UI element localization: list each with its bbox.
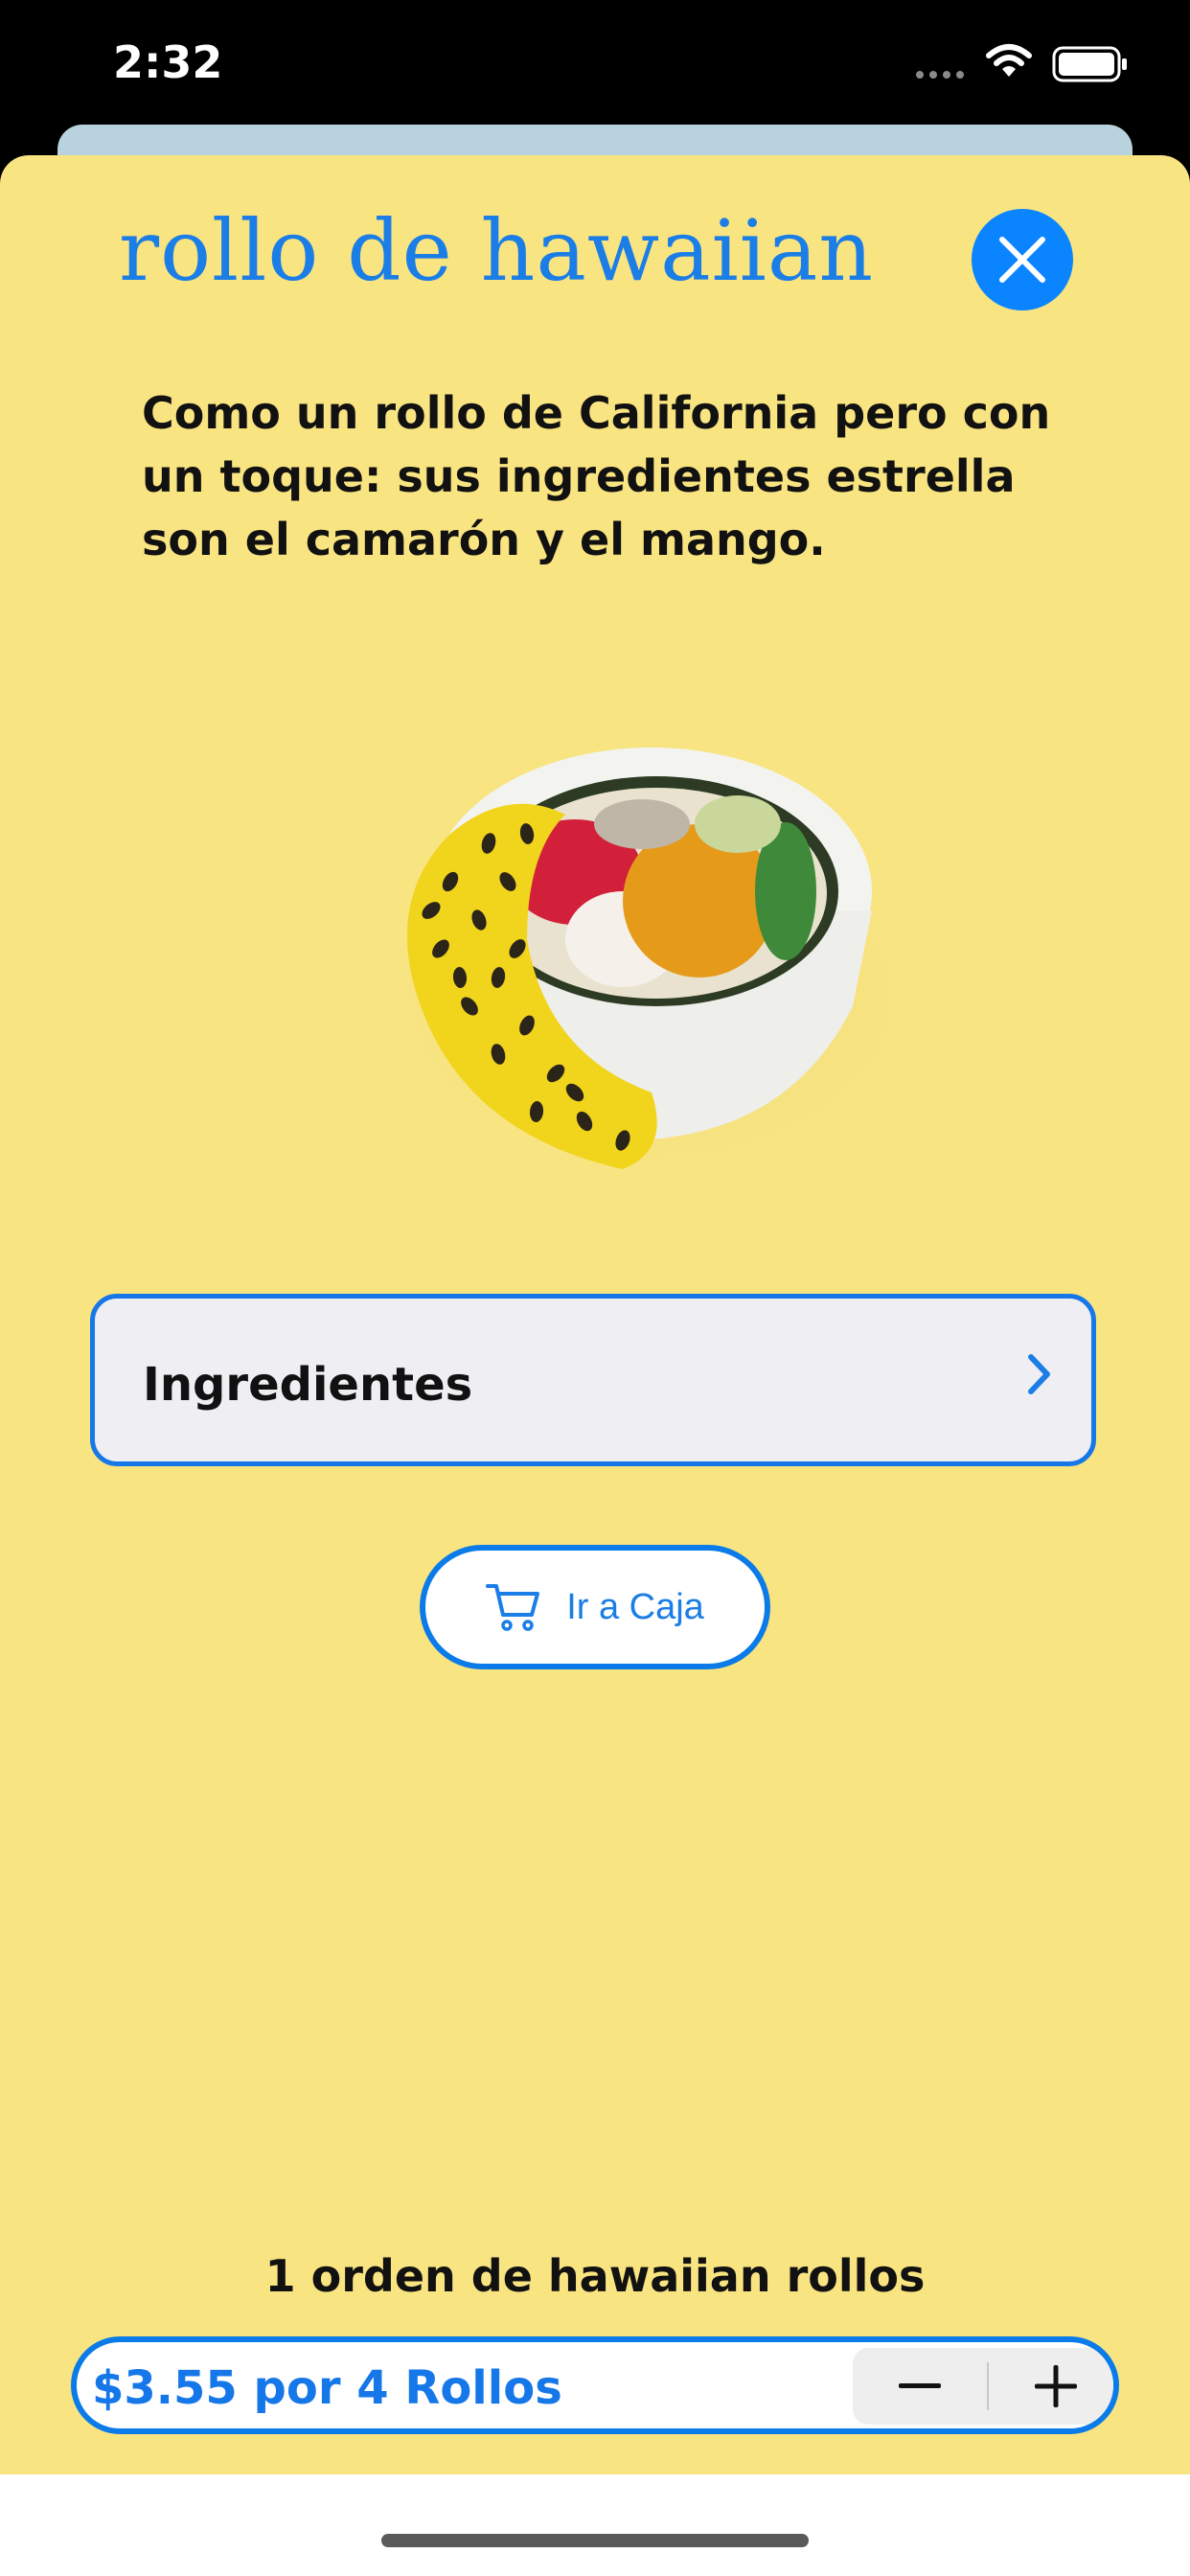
quantity-stepper [853,2348,1113,2425]
ingredients-label: Ingredientes [143,1358,473,1412]
bottom-safe-area [0,2474,1190,2576]
ingredients-row[interactable]: Ingredientes [90,1294,1096,1466]
wifi-icon [986,44,1032,77]
close-icon [999,237,1045,283]
chevron-right-icon [1028,1354,1050,1394]
product-title: rollo de hawaiian [119,201,875,300]
status-time: 2:32 [113,36,223,88]
plus-icon [1035,2365,1077,2407]
sushi-roll-image [364,748,929,1169]
price-stepper-bar: $3.55 por 4 Rollos [71,2336,1119,2434]
product-description: Como un rollo de California pero con un … [142,387,1051,565]
decrement-button[interactable] [853,2348,987,2425]
price-label: $3.55 por 4 Rollos [92,2361,562,2415]
minus-icon [899,2383,941,2388]
order-summary: 1 orden de hawaiian rollos [264,2250,926,2302]
home-indicator[interactable] [381,2534,809,2547]
checkout-label: Ir a Caja [566,1586,704,1627]
cart-icon [486,1584,540,1631]
status-bar: 2:32 [0,0,1190,144]
increment-button[interactable] [989,2348,1113,2425]
battery-icon [1052,46,1127,82]
checkout-button[interactable]: Ir a Caja [420,1545,770,1669]
cellular-signal-icon [916,71,964,79]
close-button[interactable] [972,209,1073,310]
